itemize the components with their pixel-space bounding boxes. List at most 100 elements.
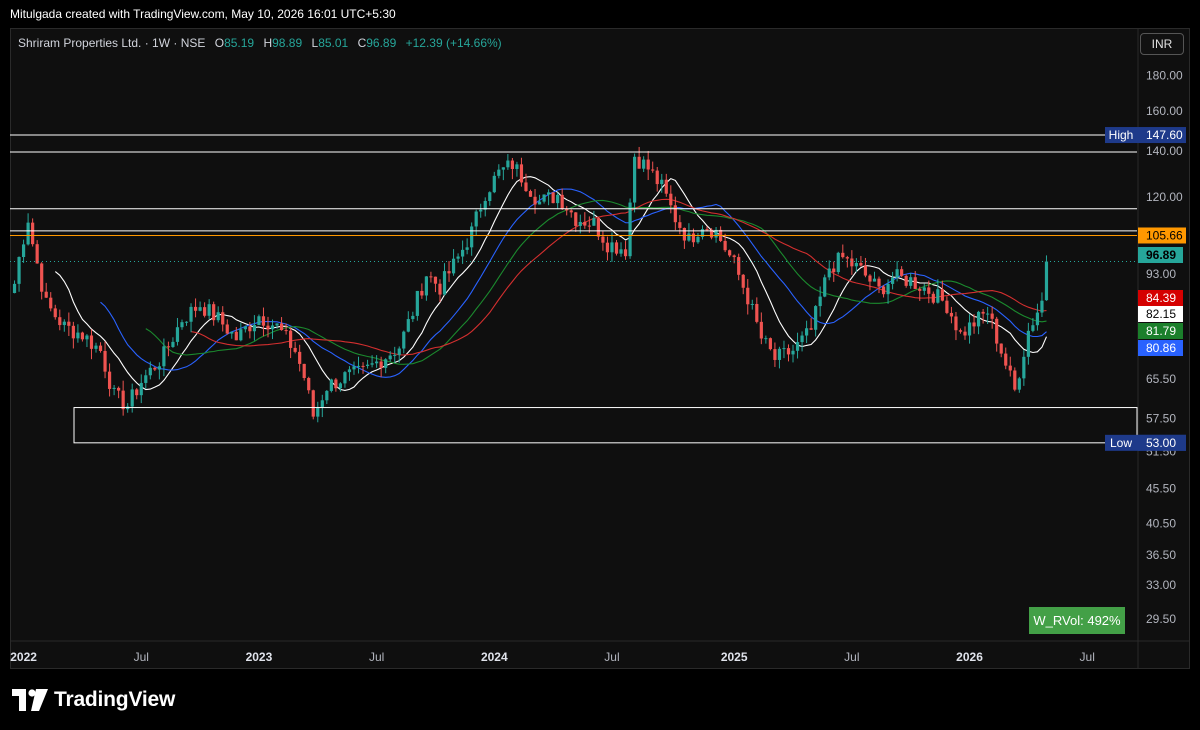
support-label-text: Low <box>1110 436 1132 450</box>
candle <box>365 359 370 369</box>
candle-body <box>637 156 641 169</box>
candle <box>221 306 225 332</box>
chart-svg[interactable]: High 147.60 105.66 Low 53.00 180.00 160.00 140.… <box>0 0 1200 730</box>
candle-body <box>506 160 510 168</box>
candle-body <box>433 276 438 284</box>
time-tick-label: 2025 <box>721 650 748 664</box>
candle-body <box>804 328 809 336</box>
candle <box>633 153 637 213</box>
candle-body <box>429 276 433 278</box>
price-tick-label: 33.00 <box>1146 578 1176 592</box>
candle-body <box>49 297 53 309</box>
candle <box>990 306 994 329</box>
price-badge-text: 84.39 <box>1146 291 1176 305</box>
candle <box>497 164 501 179</box>
candle <box>121 380 125 416</box>
candle-body <box>162 346 166 367</box>
candle-body <box>854 263 858 267</box>
candle-body <box>1013 370 1017 390</box>
candle <box>80 331 85 342</box>
candle-body <box>107 371 112 389</box>
candle <box>130 383 134 413</box>
level-label-text: High <box>1109 128 1134 142</box>
candle-body <box>252 325 257 332</box>
candle <box>931 291 935 305</box>
candle-body <box>397 348 401 355</box>
candle <box>12 280 17 294</box>
candle <box>628 198 632 259</box>
candle <box>773 342 777 367</box>
candle-body <box>610 242 614 253</box>
candle <box>289 327 293 359</box>
candle-body <box>470 226 474 248</box>
candle <box>270 319 275 340</box>
candle <box>1022 350 1026 386</box>
time-tick-label: Jul <box>1080 650 1095 664</box>
candle-body <box>298 351 302 364</box>
candle-body <box>203 307 207 316</box>
candle-body <box>221 312 225 325</box>
candle <box>900 266 904 278</box>
candle <box>144 369 148 389</box>
symbol-title: Shriram Properties Ltd. · 1W · NSE <box>18 36 206 50</box>
candle <box>58 309 62 331</box>
candle <box>243 325 247 333</box>
candle <box>832 261 836 282</box>
candle-body <box>12 283 17 294</box>
candle-body <box>352 366 356 370</box>
candle <box>1004 347 1008 370</box>
candle <box>31 218 35 247</box>
candle-body <box>795 342 800 351</box>
symbol-legend[interactable]: Shriram Properties Ltd. · 1W · NSE O85.1… <box>18 34 502 52</box>
candle <box>995 316 999 352</box>
time-tick-label: 2024 <box>481 650 508 664</box>
relative-volume-badge: W_RVol: 492% <box>1029 607 1125 634</box>
candle <box>320 394 324 418</box>
candle <box>1008 356 1012 377</box>
candle <box>637 146 641 169</box>
candle-body <box>705 229 709 231</box>
candle-body <box>325 390 329 401</box>
candle <box>212 301 216 326</box>
candle-body <box>451 258 456 274</box>
currency-button[interactable]: INR <box>1140 33 1184 55</box>
candle-body <box>900 269 904 276</box>
candle-body <box>732 255 736 258</box>
candle <box>804 320 809 344</box>
candle-body <box>515 164 519 169</box>
candle-body <box>931 293 935 303</box>
tradingview-footer[interactable]: TradingView <box>12 687 175 713</box>
candle-body <box>175 327 180 342</box>
candle-body <box>279 323 284 331</box>
candle <box>506 154 510 170</box>
candle <box>1040 292 1044 317</box>
candle <box>827 260 831 281</box>
candle <box>424 276 429 301</box>
candle-body <box>329 379 333 391</box>
candle-body <box>958 330 963 332</box>
candle-body <box>777 348 782 360</box>
candle <box>700 225 705 240</box>
candle-body <box>1017 378 1021 390</box>
candle <box>166 341 171 357</box>
candle <box>949 306 954 324</box>
candle <box>569 209 573 218</box>
candle-body <box>103 350 107 372</box>
candle-body <box>289 330 293 348</box>
candle-body <box>913 277 917 289</box>
candle <box>592 210 596 226</box>
candle <box>71 321 75 349</box>
candle <box>881 285 886 298</box>
candle <box>311 389 315 420</box>
price-tick-label: 180.00 <box>1146 68 1183 82</box>
candle-body <box>519 164 524 183</box>
candle <box>411 311 415 323</box>
candle-body <box>356 365 361 367</box>
candle <box>728 249 732 258</box>
candle-body <box>655 170 659 185</box>
candle-body <box>248 326 252 332</box>
candle-body <box>723 240 727 251</box>
candle <box>1026 322 1030 365</box>
moving-average-red-line <box>190 198 1047 356</box>
candle-body <box>936 289 940 303</box>
